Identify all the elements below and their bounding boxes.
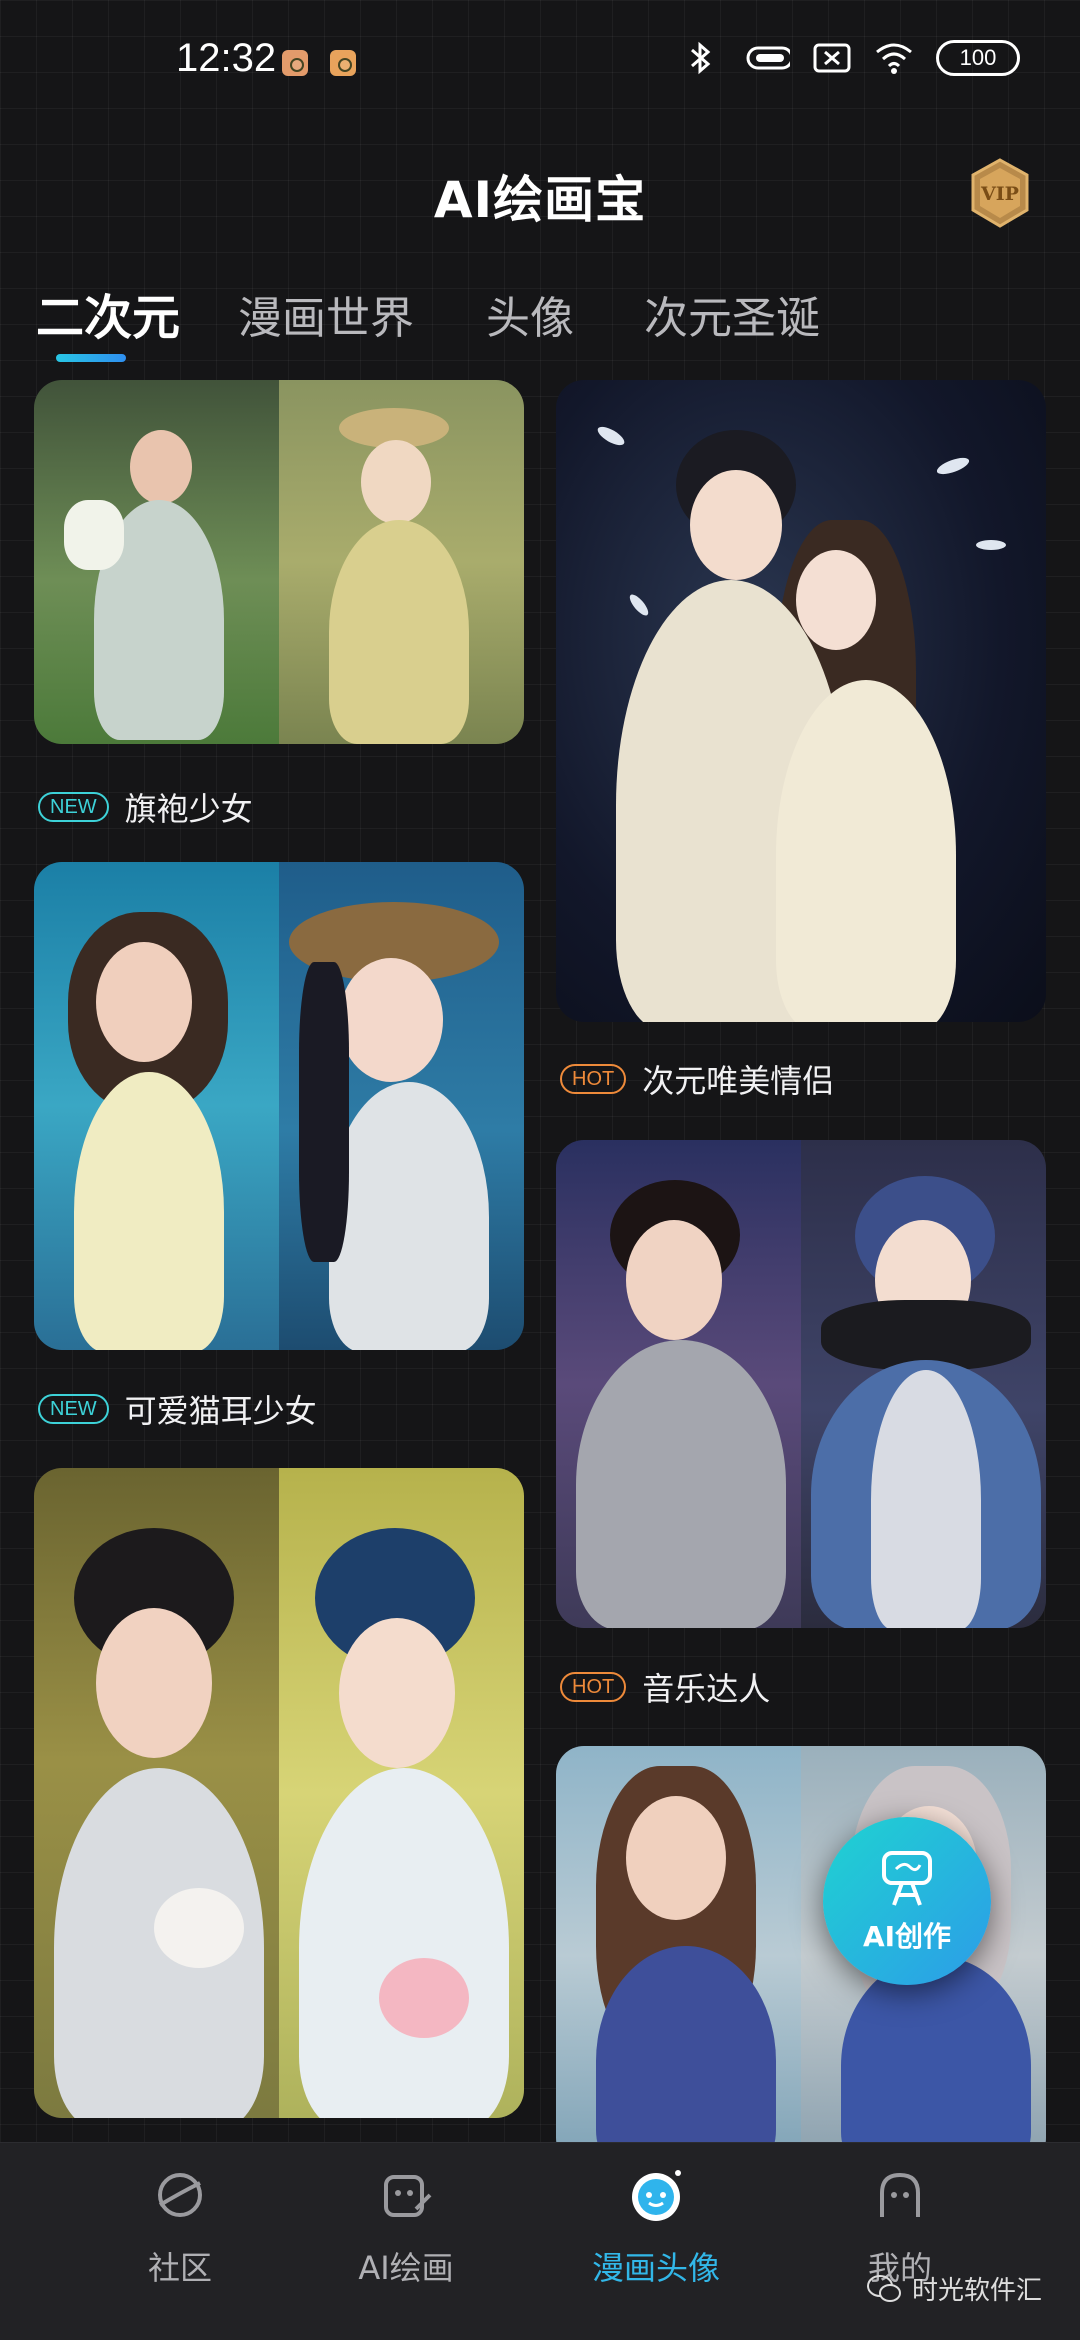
tab-touxiang[interactable]: 头像 — [486, 282, 574, 346]
tab-indicator — [56, 354, 126, 362]
nav-item-community[interactable]: 社区 — [80, 2165, 280, 2289]
card-title: 音乐达人 — [642, 1670, 771, 1708]
style-card[interactable] — [34, 1468, 524, 2120]
card-caption: NEW 旗袍少女 — [38, 784, 253, 830]
wechat-icon — [866, 2274, 901, 2302]
status-bar: 12:32 100 — [0, 0, 1080, 120]
new-tag: NEW — [38, 1394, 109, 1424]
hot-tag: HOT — [560, 1064, 627, 1094]
card-title: 旗袍少女 — [124, 790, 253, 828]
status-time: 12:32 — [176, 36, 277, 80]
style-card[interactable]: HOT 次元唯美情侣 — [556, 380, 1046, 1100]
ai-create-button[interactable]: AI创作 — [823, 1817, 991, 1985]
profile-icon — [880, 2172, 920, 2217]
easel-icon — [882, 1851, 932, 1906]
new-tag: NEW — [38, 792, 109, 822]
card-image — [34, 862, 524, 1350]
nav-label: 漫画头像 — [591, 2249, 720, 2287]
card-caption: NEW 可爱猫耳少女 — [38, 1386, 317, 1432]
avatar-face-icon — [632, 2170, 681, 2221]
card-title: 次元唯美情侣 — [642, 1062, 835, 1100]
notification-app-icon — [282, 50, 308, 76]
watermark: 时光软件汇 — [866, 2270, 1042, 2307]
nav-label: 社区 — [147, 2249, 212, 2287]
notification-app-icon — [330, 50, 356, 76]
card-image — [34, 380, 524, 744]
bottom-navigation: 社区 AI绘画 漫画头像 我的 — [0, 2142, 1080, 2340]
style-card[interactable]: NEW 旗袍少女 — [34, 380, 524, 840]
link-icon — [746, 46, 790, 70]
card-caption: HOT 音乐达人 — [560, 1664, 770, 1710]
bluetooth-icon — [691, 41, 711, 75]
no-sim-icon — [813, 43, 851, 73]
card-image — [34, 1468, 524, 2118]
card-title: 可爱猫耳少女 — [124, 1392, 317, 1430]
style-card[interactable]: NEW 可爱猫耳少女 — [34, 862, 524, 1430]
nav-label: AI绘画 — [358, 2249, 454, 2287]
tab-ciyuan-shengdan[interactable]: 次元圣诞 — [644, 282, 820, 346]
wifi-icon — [876, 43, 912, 74]
tab-manhua-shijie[interactable]: 漫画世界 — [238, 282, 414, 346]
planet-icon — [158, 2173, 202, 2217]
style-card[interactable]: HOT 音乐达人 — [556, 1140, 1046, 1710]
vip-badge[interactable]: VIP — [970, 158, 1030, 228]
vip-label: VIP — [980, 183, 1019, 205]
tab-erciyuan[interactable]: 二次元 — [36, 278, 180, 348]
nav-item-comic-avatar[interactable]: 漫画头像 — [556, 2165, 756, 2289]
palette-icon — [384, 2175, 432, 2217]
card-image — [556, 1746, 1046, 2166]
card-image — [556, 380, 1046, 1022]
card-image — [556, 1140, 1046, 1628]
ai-create-label: AI创作 — [862, 1920, 952, 1953]
nav-item-ai-painting[interactable]: AI绘画 — [306, 2165, 506, 2289]
card-caption: HOT 次元唯美情侣 — [560, 1056, 834, 1102]
hot-tag: HOT — [560, 1672, 627, 1702]
watermark-text: 时光软件汇 — [911, 2276, 1042, 2306]
battery-indicator: 100 — [936, 40, 1020, 76]
app-title: AI绘画宝 — [433, 171, 647, 229]
